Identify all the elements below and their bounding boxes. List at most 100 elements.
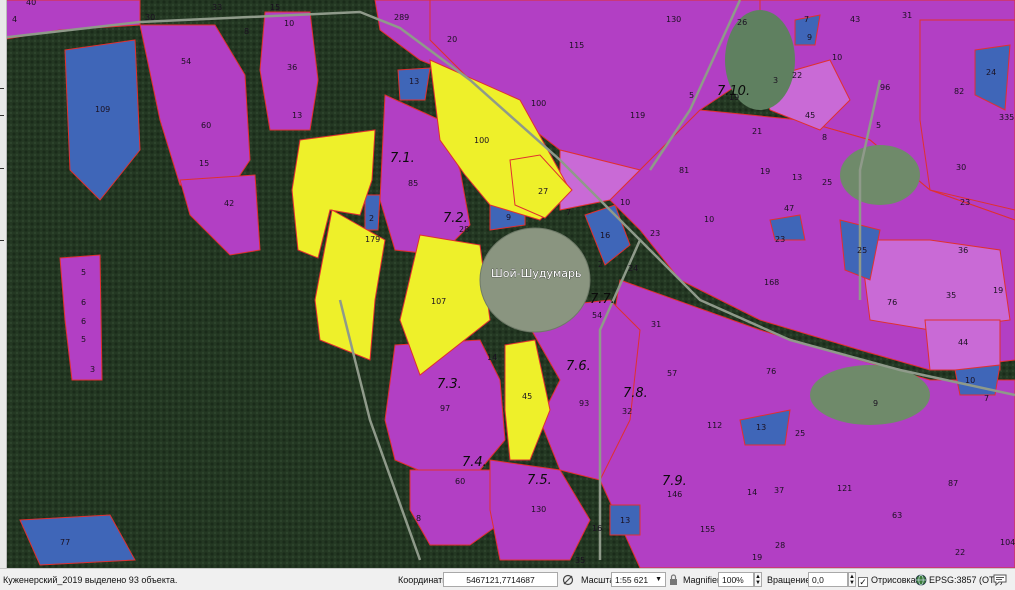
parcel-blue[interactable] [364,194,381,231]
svg-text:22: 22 [792,71,802,80]
svg-text:31: 31 [902,11,912,20]
svg-text:15: 15 [199,159,209,168]
svg-text:30: 30 [145,13,155,22]
status-bar: Куженерский_2019 выделено 93 объекта. Ко… [0,568,1015,590]
svg-text:87: 87 [948,479,958,488]
scale-select[interactable]: 1:55 621 ▼ [611,572,666,587]
left-panel-edge[interactable] [0,0,7,568]
crs-label[interactable]: EPSG:3857 (OTF) [929,572,1003,587]
svg-text:19: 19 [993,286,1003,295]
svg-text:104: 104 [1000,538,1015,547]
svg-text:109: 109 [95,105,110,114]
scale-value: 1:55 621 [615,574,649,585]
svg-text:168: 168 [764,278,779,287]
svg-text:6: 6 [81,317,86,326]
svg-text:21: 21 [752,127,762,136]
svg-text:13: 13 [620,516,630,525]
svg-text:82: 82 [954,87,964,96]
svg-text:179: 179 [365,235,380,244]
coordinate-toggle-icon[interactable] [562,572,574,587]
svg-text:5: 5 [876,121,881,130]
svg-text:96: 96 [880,83,890,92]
checkmark-icon: ✓ [858,576,868,587]
svg-text:16: 16 [600,231,610,240]
svg-text:40: 40 [26,0,36,7]
svg-text:23: 23 [960,198,970,207]
svg-text:81: 81 [679,166,689,175]
svg-text:33: 33 [212,3,222,12]
magnifier-field[interactable]: 100% [718,572,754,587]
panel-tick [0,240,4,241]
svg-text:7.8.: 7.8. [623,386,648,401]
svg-text:3: 3 [90,365,95,374]
svg-text:121: 121 [837,484,852,493]
svg-text:119: 119 [630,111,645,120]
village-area [479,227,591,333]
svg-text:10: 10 [965,376,975,385]
render-label: Отрисовка [871,574,916,585]
svg-text:107: 107 [431,297,446,306]
svg-text:76: 76 [766,367,776,376]
svg-text:7.1.: 7.1. [390,151,415,166]
svg-text:24: 24 [628,264,638,273]
svg-text:30: 30 [956,163,966,172]
svg-text:36: 36 [958,246,968,255]
svg-text:35: 35 [575,556,585,565]
coordinates-label: Координаты [398,574,449,585]
panel-tick [0,168,4,169]
svg-text:93: 93 [579,399,589,408]
lock-icon[interactable] [669,572,678,587]
svg-text:85: 85 [408,179,418,188]
svg-text:2: 2 [369,214,374,223]
svg-text:31: 31 [651,320,661,329]
svg-text:8: 8 [822,133,827,142]
map-layer[interactable]: 40 4 30 33 15 10 8 36 13 289 20 115 130 … [0,0,1015,568]
svg-text:45: 45 [805,111,815,120]
svg-text:5: 5 [81,335,86,344]
svg-text:13: 13 [756,423,766,432]
svg-text:10: 10 [620,198,630,207]
svg-text:60: 60 [455,477,465,486]
svg-text:10: 10 [704,215,714,224]
svg-text:25: 25 [795,429,805,438]
svg-text:63: 63 [892,511,902,520]
svg-text:130: 130 [531,505,546,514]
svg-text:7.2.: 7.2. [443,211,468,226]
svg-text:335: 335 [999,113,1014,122]
svg-text:14: 14 [747,488,757,497]
svg-text:24: 24 [986,68,996,77]
render-checkbox[interactable]: ✓ [858,574,868,589]
svg-text:10: 10 [284,19,294,28]
svg-text:36: 36 [287,63,297,72]
magnifier-spinner[interactable]: ▲ ▼ [754,572,762,587]
crs-globe-icon[interactable] [915,572,927,587]
map-canvas[interactable]: 40 4 30 33 15 10 8 36 13 289 20 115 130 … [0,0,1015,568]
panel-tick [0,88,4,89]
svg-text:7.3.: 7.3. [437,377,462,392]
svg-text:23: 23 [775,235,785,244]
svg-text:9: 9 [807,33,812,42]
rotation-field[interactable]: 0,0 [808,572,848,587]
village-area [840,145,920,205]
svg-text:44: 44 [958,338,968,347]
panel-tick [0,115,4,116]
svg-text:37: 37 [774,486,784,495]
rotation-spinner[interactable]: ▲ ▼ [848,572,856,587]
messages-icon[interactable] [993,572,1007,587]
svg-text:47: 47 [784,204,794,213]
parcel[interactable] [859,239,1011,331]
svg-text:7.7.: 7.7. [590,292,615,307]
svg-text:4: 4 [12,15,17,24]
svg-text:7: 7 [566,208,571,217]
svg-text:10: 10 [832,53,842,62]
svg-text:7.4.: 7.4. [462,455,487,470]
coordinates-field[interactable]: 5467121,7714687 [443,572,558,587]
rotation-label: Вращение [767,574,811,585]
svg-text:100: 100 [531,99,546,108]
svg-text:26: 26 [737,18,747,27]
svg-text:130: 130 [666,15,681,24]
svg-text:28: 28 [459,225,469,234]
svg-text:19: 19 [760,167,770,176]
magnifier-label: Magnifier [683,574,721,585]
svg-text:23: 23 [650,229,660,238]
